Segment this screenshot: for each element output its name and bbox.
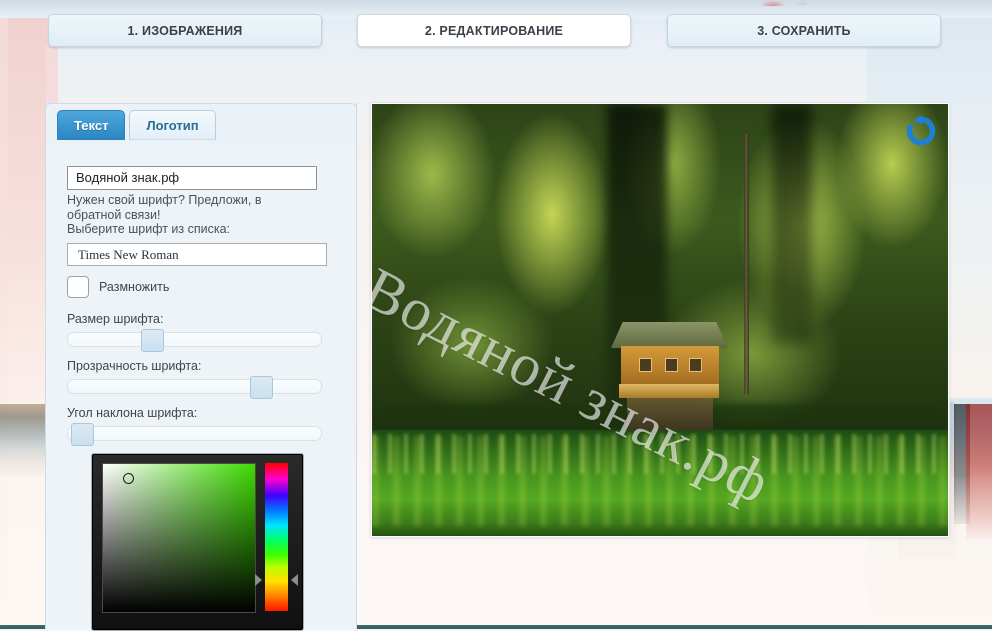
angle-slider-handle[interactable] xyxy=(70,423,94,446)
photo-cabin xyxy=(611,322,728,432)
opacity-slider-handle[interactable] xyxy=(250,376,274,399)
opacity-slider-group: Прозрачность шрифта: xyxy=(67,359,322,399)
background-right-red-shape xyxy=(966,404,992,539)
tile-checkbox[interactable] xyxy=(67,276,89,298)
angle-slider-track[interactable] xyxy=(67,423,322,446)
wizard-steps: 1. ИЗОБРАЖЕНИЯ 2. РЕДАКТИРОВАНИЕ 3. СОХР… xyxy=(0,0,992,55)
opacity-slider-track[interactable] xyxy=(67,376,322,399)
photo-lake-highlights xyxy=(372,434,948,474)
color-picker-cursor[interactable] xyxy=(123,473,135,485)
cabin-balcony xyxy=(619,384,719,398)
step-button-images[interactable]: 1. ИЗОБРАЖЕНИЯ xyxy=(48,14,322,47)
tab-logo[interactable]: Логотип xyxy=(129,110,216,140)
step-button-editing[interactable]: 2. РЕДАКТИРОВАНИЕ xyxy=(357,14,631,47)
cabin-window-right xyxy=(689,358,702,372)
opacity-slider-label: Прозрачность шрифта: xyxy=(67,359,202,373)
color-picker-hue-marker-left xyxy=(255,573,262,586)
cabin-window-mid xyxy=(665,358,678,372)
font-size-slider-handle[interactable] xyxy=(141,329,165,352)
font-request-hint-line2: обратной связи! xyxy=(67,207,161,222)
angle-slider-label: Угол наклона шрифта: xyxy=(67,406,198,420)
watermark-text-input[interactable]: Водяной знак.рф xyxy=(67,166,317,190)
tile-checkbox-label: Размножить xyxy=(99,280,170,294)
rotate-icon[interactable] xyxy=(904,114,938,148)
image-preview[interactable]: Водяной знак.рф xyxy=(371,103,949,537)
tab-text[interactable]: Текст xyxy=(57,110,126,140)
color-picker-saturation-value-area[interactable] xyxy=(102,463,256,613)
tile-checkbox-row: Размножить xyxy=(67,276,169,298)
photo-tree-trunk xyxy=(744,134,749,394)
angle-slider-group: Угол наклона шрифта: xyxy=(67,406,322,446)
font-select-label: Выберите шрифт из списка: xyxy=(67,222,231,236)
color-picker[interactable] xyxy=(91,453,304,631)
font-size-slider-track[interactable] xyxy=(67,329,322,352)
font-size-slider-group: Размер шрифта: xyxy=(67,312,322,352)
font-request-hint: Нужен свой шрифт? Предложи, в обратной с… xyxy=(67,193,317,237)
cabin-window-left xyxy=(639,358,652,372)
cabin-roof xyxy=(611,322,728,348)
cabin-base xyxy=(627,398,713,432)
step-button-save[interactable]: 3. СОХРАНИТЬ xyxy=(667,14,941,47)
panel-tabs: Текст Логотип xyxy=(57,110,216,140)
photo-shadow-2 xyxy=(772,104,812,344)
font-select[interactable]: Times New Roman xyxy=(67,243,327,266)
color-picker-hue-strip[interactable] xyxy=(265,463,288,611)
background-left-photo-inner xyxy=(8,0,46,629)
font-size-slider-label: Размер шрифта: xyxy=(67,312,164,326)
preview-photo xyxy=(372,104,948,536)
font-request-hint-line1: Нужен свой шрифт? Предложи, в xyxy=(67,193,262,207)
color-picker-hue-marker-right xyxy=(291,573,298,586)
